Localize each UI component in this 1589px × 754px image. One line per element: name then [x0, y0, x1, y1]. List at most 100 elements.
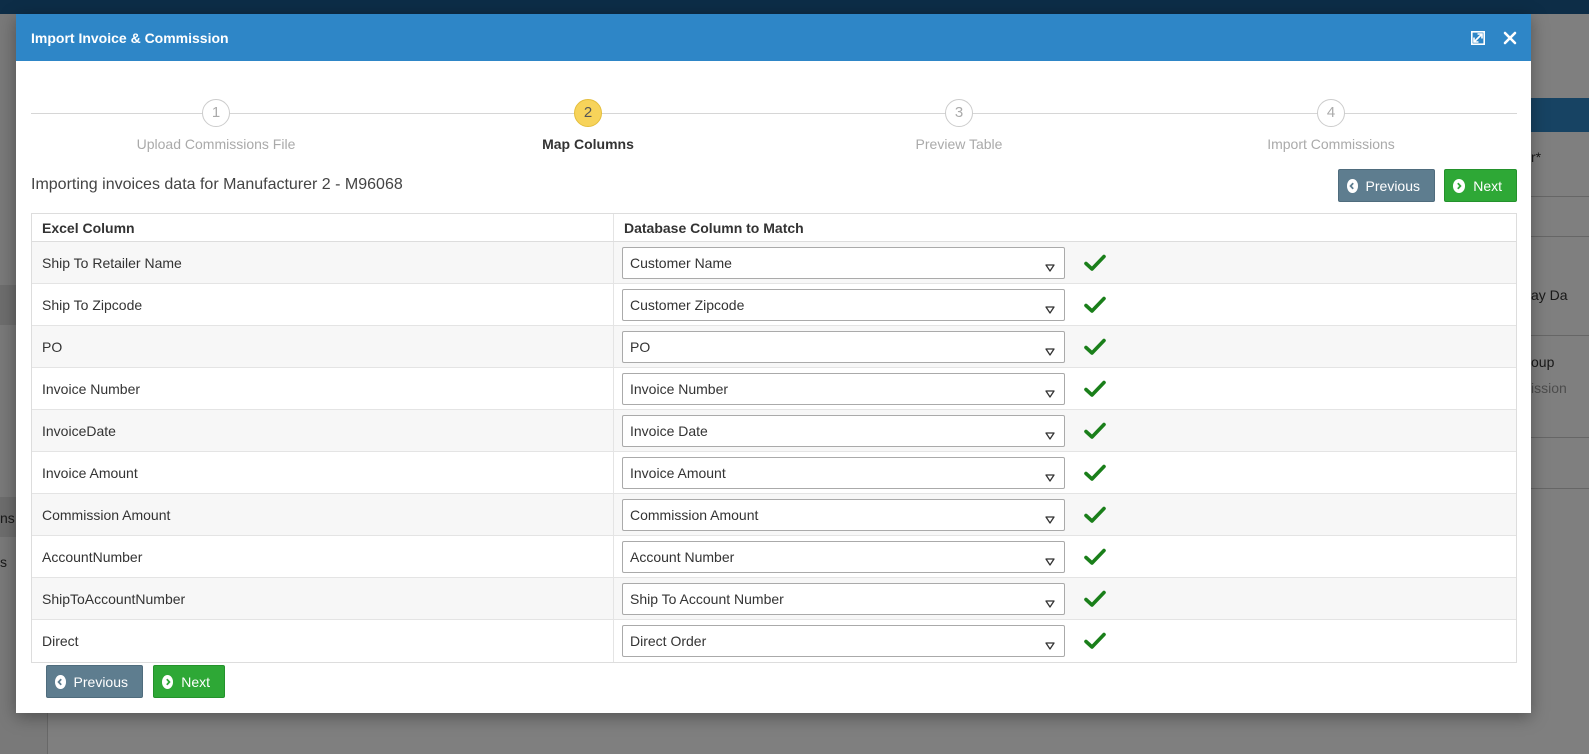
checkmark-icon: [1084, 422, 1106, 440]
select-value: Invoice Amount: [630, 464, 726, 481]
table-row: Direct Direct Order: [32, 620, 1516, 662]
database-column-cell: Invoice Date: [614, 410, 1516, 451]
excel-column-cell: ShipToAccountNumber: [32, 578, 614, 619]
database-column-select[interactable]: Account Number: [622, 540, 1065, 573]
database-column-cell: Ship To Account Number: [614, 578, 1516, 619]
table-body: Ship To Retailer Name Customer Name Ship T…: [32, 242, 1516, 662]
triangle-down-icon: [1045, 385, 1055, 401]
step-upload-commissions-file[interactable]: 1 Upload Commissions File: [66, 98, 366, 152]
triangle-down-icon: [1045, 553, 1055, 569]
select-value: Ship To Account Number: [630, 590, 784, 607]
table-row: ShipToAccountNumber Ship To Account Numbe…: [32, 578, 1516, 620]
database-column-select[interactable]: Direct Order: [622, 625, 1065, 657]
checkmark-icon: [1084, 254, 1106, 272]
database-column-cell: Invoice Amount: [614, 452, 1516, 493]
step-label: Import Commissions: [1267, 136, 1395, 152]
previous-label: Previous: [1365, 177, 1420, 194]
triangle-down-icon: [1045, 259, 1055, 275]
chevron-right-icon: [1453, 178, 1466, 193]
database-column-select[interactable]: Commission Amount: [622, 498, 1065, 531]
table-row: AccountNumber Account Number: [32, 536, 1516, 578]
excel-column-cell: AccountNumber: [32, 536, 614, 577]
triangle-down-icon: [1045, 595, 1055, 611]
database-column-select[interactable]: Customer Name: [622, 246, 1065, 279]
excel-column-cell: PO: [32, 326, 614, 367]
table-row: Ship To Zipcode Customer Zipcode: [32, 284, 1516, 326]
database-column-cell: Commission Amount: [614, 494, 1516, 535]
header-database-column: Database Column to Match: [624, 220, 804, 236]
table-row: InvoiceDate Invoice Date: [32, 410, 1516, 452]
import-modal: Import Invoice & Commission 1 Upload Com…: [16, 14, 1531, 713]
close-icon[interactable]: [1500, 28, 1520, 48]
step-number: 3: [945, 99, 973, 127]
database-column-cell: Invoice Number: [614, 368, 1516, 409]
table-row: Ship To Retailer Name Customer Name: [32, 242, 1516, 284]
step-label: Preview Table: [915, 136, 1003, 152]
checkmark-icon: [1084, 380, 1106, 398]
step-number: 4: [1317, 99, 1345, 127]
checkmark-icon: [1084, 548, 1106, 566]
chevron-left-icon: [1347, 178, 1358, 193]
table-row: PO PO: [32, 326, 1516, 368]
select-value: Invoice Number: [630, 380, 729, 397]
table-row: Invoice Number Invoice Number: [32, 368, 1516, 410]
database-column-select[interactable]: Invoice Date: [622, 414, 1065, 447]
database-column-select[interactable]: Customer Zipcode: [622, 288, 1065, 321]
select-value: Direct Order: [630, 633, 707, 649]
previous-button-top[interactable]: Previous: [1338, 169, 1435, 202]
checkmark-icon: [1084, 632, 1106, 650]
step-map-columns[interactable]: 2 Map Columns: [438, 98, 738, 152]
table-row: Invoice Amount Invoice Amount: [32, 452, 1516, 494]
excel-column-cell: Invoice Amount: [32, 452, 614, 493]
table-row: Commission Amount Commission Amount: [32, 494, 1516, 536]
chevron-right-icon: [162, 674, 174, 689]
modal-title: Import Invoice & Commission: [31, 29, 229, 46]
database-column-cell: Direct Order: [614, 620, 1516, 662]
select-value: Commission Amount: [630, 506, 759, 523]
checkmark-icon: [1084, 590, 1106, 608]
excel-column-cell: Ship To Retailer Name: [32, 242, 614, 283]
previous-button-bottom[interactable]: Previous: [46, 665, 143, 698]
database-column-select[interactable]: Invoice Number: [622, 372, 1065, 405]
expand-icon[interactable]: [1468, 28, 1488, 48]
triangle-down-icon: [1045, 637, 1055, 653]
triangle-down-icon: [1045, 511, 1055, 527]
triangle-down-icon: [1045, 469, 1055, 485]
step-preview-table[interactable]: 3 Preview Table: [809, 98, 1109, 152]
triangle-down-icon: [1045, 301, 1055, 317]
select-value: Account Number: [630, 548, 735, 565]
excel-column-cell: Invoice Number: [32, 368, 614, 409]
triangle-down-icon: [1045, 427, 1055, 443]
next-label: Next: [1473, 177, 1502, 194]
excel-column-cell: Ship To Zipcode: [32, 284, 614, 325]
database-column-select[interactable]: PO: [622, 330, 1065, 363]
column-mapping-table: Excel Column Database Column to Match Sh…: [31, 213, 1517, 663]
database-column-cell: Customer Name: [614, 242, 1516, 283]
database-column-select[interactable]: Ship To Account Number: [622, 582, 1065, 615]
step-label: Upload Commissions File: [136, 136, 296, 152]
database-column-select[interactable]: Invoice Amount: [622, 456, 1065, 489]
checkmark-icon: [1084, 338, 1106, 356]
database-column-cell: Customer Zipcode: [614, 284, 1516, 325]
table-header-row: Excel Column Database Column to Match: [32, 214, 1516, 242]
next-label: Next: [181, 673, 210, 690]
excel-column-cell: InvoiceDate: [32, 410, 614, 451]
triangle-down-icon: [1045, 343, 1055, 359]
step-number: 2: [574, 99, 602, 127]
previous-label: Previous: [73, 673, 128, 690]
select-value: Invoice Date: [630, 422, 708, 439]
header-excel-column: Excel Column: [32, 214, 614, 241]
step-label: Map Columns: [542, 136, 634, 152]
excel-column-cell: Commission Amount: [32, 494, 614, 535]
select-value: Customer Zipcode: [630, 296, 745, 313]
select-value: Customer Name: [630, 254, 732, 271]
database-column-cell: Account Number: [614, 536, 1516, 577]
step-import-commissions[interactable]: 4 Import Commissions: [1181, 98, 1481, 152]
select-value: PO: [630, 338, 651, 355]
next-button-bottom[interactable]: Next: [153, 665, 225, 698]
next-button-top[interactable]: Next: [1444, 169, 1517, 202]
excel-column-cell: Direct: [32, 620, 614, 662]
checkmark-icon: [1084, 506, 1106, 524]
checkmark-icon: [1084, 464, 1106, 482]
modal-header: Import Invoice & Commission: [16, 14, 1531, 61]
